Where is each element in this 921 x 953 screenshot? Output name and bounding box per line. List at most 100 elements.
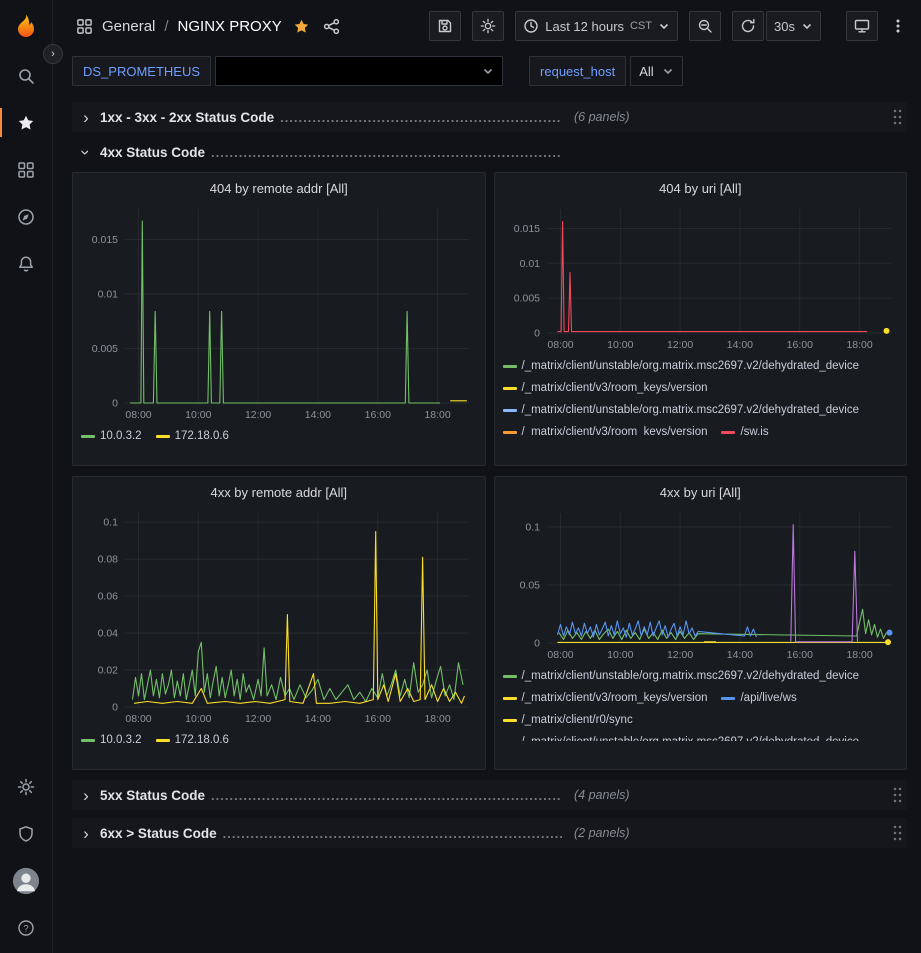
dashboard-toolbar: Last 12 hours CST 30s [429,11,907,41]
row-panel-count: (2 panels) [574,826,630,840]
chart-legend: /_matrix/client/unstable/org.matrix.msc2… [503,355,899,435]
timeseries-chart[interactable]: 08:0010:0012:0014:0016:0018:0000.050.1 [503,507,899,663]
row-drag-handle[interactable] [893,825,903,841]
svg-text:0: 0 [534,328,540,340]
timeseries-chart[interactable]: 08:0010:0012:0014:0016:0018:0000.020.040… [81,507,477,727]
svg-text:18:00: 18:00 [846,339,872,351]
sidebar-item-starred[interactable] [0,99,52,146]
favorite-star-button[interactable] [293,18,310,35]
row-title: 5xx Status Code [100,788,205,803]
legend-item[interactable]: 10.0.3.2 [81,425,142,447]
request-host-variable-value: All [639,64,653,79]
legend-label: /_matrix/client/v3/room_keys/version [522,421,708,435]
request-host-variable-select[interactable]: All [630,56,682,86]
svg-text:0.08: 0.08 [98,554,119,566]
time-range-picker[interactable]: Last 12 hours CST [515,11,678,41]
panel-title[interactable]: 4xx by uri [All] [495,477,907,507]
legend-item[interactable]: /_matrix/client/unstable/org.matrix.msc2… [503,399,860,421]
legend-item[interactable]: /_matrix/client/unstable/org.matrix.msc2… [503,731,860,741]
svg-text:14:00: 14:00 [726,649,752,661]
legend-item[interactable]: /sw.js [721,421,768,435]
row-6xx[interactable]: › 6xx > Status Code (2 panels) [72,818,907,848]
legend-item[interactable]: /_matrix/client/unstable/org.matrix.msc2… [503,355,860,377]
svg-text:0: 0 [534,638,540,650]
request-host-variable-label[interactable]: request_host [529,56,626,86]
chevron-right-icon: › [78,787,94,804]
row-panel-count: (4 panels) [574,788,630,802]
grafana-logo[interactable] [0,0,52,52]
sidebar-item-alerting[interactable] [0,240,52,287]
refresh-button[interactable] [732,11,764,41]
legend-swatch [81,739,95,742]
star-filled-icon [293,18,310,35]
breadcrumb-dashboard-title[interactable]: NGINX PROXY [178,18,282,35]
svg-text:0: 0 [112,398,118,410]
dotted-leader [280,110,562,125]
svg-text:12:00: 12:00 [245,409,271,421]
svg-text:12:00: 12:00 [245,713,271,725]
sidebar-item-dashboards[interactable] [0,146,52,193]
breadcrumb-folder[interactable]: General [102,18,155,35]
legend-label: /_matrix/client/v3/room_keys/version [522,687,708,709]
panel-title[interactable]: 4xx by remote addr [All] [73,477,485,507]
legend-item[interactable]: /api/live/ws [721,687,796,709]
timeseries-chart[interactable]: 08:0010:0012:0014:0016:0018:0000.0050.01… [503,203,899,353]
sidebar-item-server-admin[interactable] [0,810,52,857]
panel-title[interactable]: 404 by uri [All] [495,173,907,203]
datasource-variable-select[interactable] [215,56,503,86]
search-icon [17,67,35,85]
legend-swatch [503,719,517,722]
share-button[interactable] [323,18,340,35]
legend-item[interactable]: 172.18.0.6 [156,425,229,447]
legend-item[interactable]: /_matrix/client/v3/room_keys/version [503,687,708,709]
svg-text:0.1: 0.1 [525,521,540,533]
tv-mode-button[interactable] [846,11,878,41]
svg-text:16:00: 16:00 [786,649,812,661]
legend-item[interactable]: /_matrix/client/unstable/org.matrix.msc2… [503,665,860,687]
svg-text:10:00: 10:00 [185,713,211,725]
svg-text:14:00: 14:00 [726,339,752,351]
save-dashboard-button[interactable] [429,11,461,41]
panel-title[interactable]: 404 by remote addr [All] [73,173,485,203]
legend-item[interactable]: 10.0.3.2 [81,729,142,751]
legend-label: /sw.js [740,421,768,435]
flame-icon [13,13,39,39]
row-drag-handle[interactable] [893,787,903,803]
chevron-right-icon: › [78,109,94,126]
chart-legend: /_matrix/client/unstable/org.matrix.msc2… [503,665,899,741]
star-icon [17,114,35,132]
timeseries-chart[interactable]: 08:0010:0012:0014:0016:0018:0000.0050.01… [81,203,477,423]
refresh-icon [740,18,756,34]
svg-text:0: 0 [112,702,118,714]
legend-item[interactable]: 172.18.0.6 [156,729,229,751]
zoom-out-button[interactable] [689,11,721,41]
sidebar-item-help[interactable]: ? [0,904,52,951]
refresh-interval-select[interactable]: 30s [766,11,821,41]
legend-label: 172.18.0.6 [175,729,229,751]
legend-label: /_matrix/client/unstable/org.matrix.msc2… [522,399,860,421]
row-5xx[interactable]: › 5xx Status Code (4 panels) [72,780,907,810]
row-drag-handle[interactable] [893,109,903,125]
dashboard-settings-button[interactable] [472,11,504,41]
legend-swatch [156,739,170,742]
svg-text:0.015: 0.015 [92,234,118,246]
bell-icon [17,255,35,273]
svg-text:?: ? [23,923,28,934]
refresh-group: 30s [732,11,821,41]
legend-item[interactable]: /_matrix/client/r0/sync [503,709,633,731]
row-4xx[interactable]: › 4xx Status Code [72,137,907,167]
row-1xx-3xx-2xx[interactable]: › 1xx - 3xx - 2xx Status Code (6 panels) [72,102,907,132]
svg-text:16:00: 16:00 [365,409,391,421]
sidebar-item-explore[interactable] [0,193,52,240]
chart-legend: 10.0.3.2 172.18.0.6 [81,729,477,751]
legend-item[interactable]: /_matrix/client/v3/room_keys/version [503,421,708,435]
sidebar-item-profile[interactable] [0,857,52,904]
expand-sidebar-button[interactable]: › [43,44,63,64]
legend-item[interactable]: /_matrix/client/v3/room_keys/version [503,377,708,399]
legend-swatch [156,435,170,438]
kebab-menu-button[interactable] [889,11,907,41]
panel-404-by-uri: 404 by uri [All] 08:0010:0012:0014:0016:… [494,172,908,466]
datasource-variable-label[interactable]: DS_PROMETHEUS [72,56,211,86]
sidebar-item-configuration[interactable] [0,763,52,810]
svg-text:0.1: 0.1 [103,517,118,529]
